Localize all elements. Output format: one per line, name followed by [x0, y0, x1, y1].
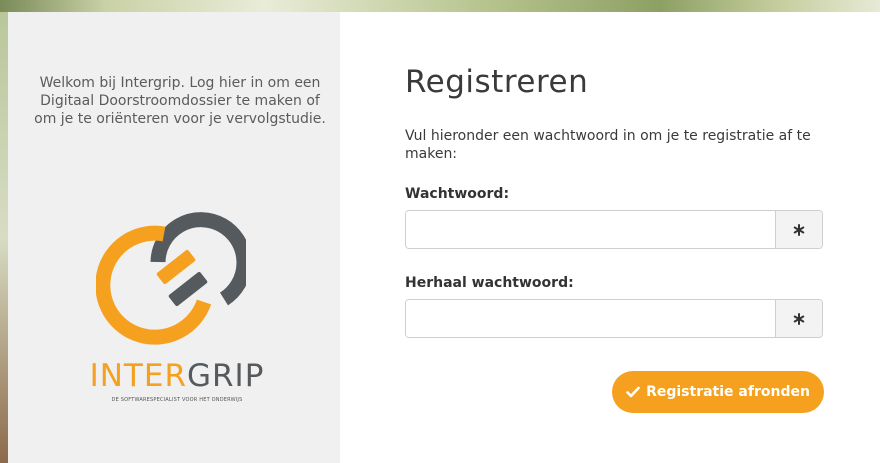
password-toggle-button[interactable] — [775, 211, 822, 248]
brand-tagline: DE SOFTWARESPECIALIST VOOR HET ONDERWIJS — [111, 397, 243, 403]
repeat-password-input-group — [405, 299, 823, 338]
repeat-password-toggle-button[interactable] — [775, 300, 822, 337]
brand-part-grip: GRIP — [187, 358, 265, 394]
intergrip-logo-icon — [96, 212, 246, 345]
password-input-group — [405, 210, 823, 249]
checkmark-icon — [626, 386, 640, 398]
background-edge — [0, 12, 8, 463]
welcome-text: Welkom bij Intergrip. Log hier in om een… — [34, 75, 326, 127]
repeat-password-label: Herhaal wachtwoord: — [405, 275, 574, 291]
repeat-password-input[interactable] — [406, 300, 775, 337]
submit-registration-button[interactable]: Registratie afronden — [612, 371, 824, 413]
password-label: Wachtwoord: — [405, 186, 510, 202]
brand-wordmark: INTERGRIP — [84, 358, 270, 394]
password-input[interactable] — [406, 211, 775, 248]
header-banner-image — [0, 0, 880, 12]
intro-text: Vul hieronder een wachtwoord in om je te… — [405, 128, 811, 162]
brand-part-inter: INTER — [89, 358, 187, 394]
asterisk-icon — [793, 312, 805, 325]
page-title: Registreren — [405, 64, 589, 100]
submit-label: Registratie afronden — [646, 384, 810, 400]
asterisk-icon — [793, 223, 805, 236]
